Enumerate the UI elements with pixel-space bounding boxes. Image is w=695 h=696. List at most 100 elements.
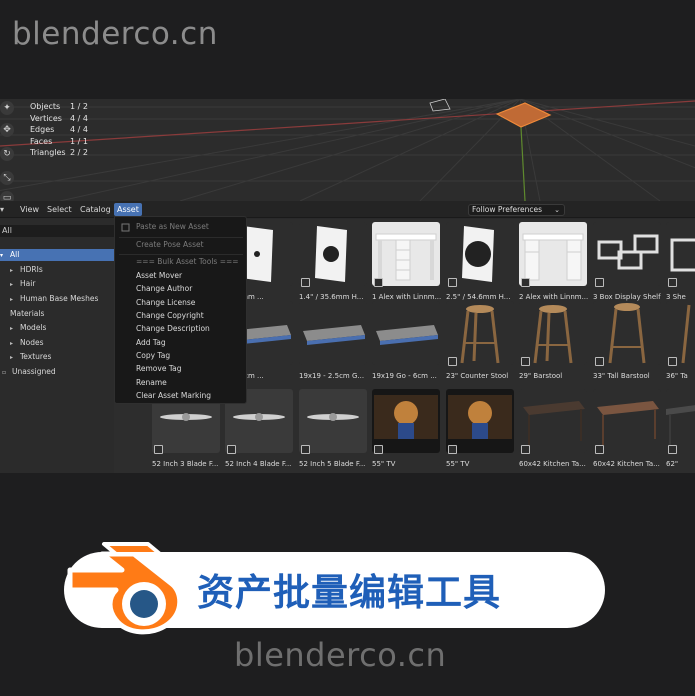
object-type-icon: [154, 445, 163, 454]
asset-thumbnail: [666, 222, 695, 286]
object-type-icon: [595, 278, 604, 287]
asset-library-label: Follow Preferences: [472, 205, 543, 214]
menu-item-create-pose-asset[interactable]: Create Pose Asset: [136, 238, 204, 251]
watermark-top: blenderco.cn: [12, 16, 218, 52]
viewport-grid: [0, 99, 695, 201]
catalog-item-materials[interactable]: Materials: [10, 308, 44, 320]
asset-name: 1.4" / 35.6mm H...: [299, 293, 364, 301]
asset-name: 2.5" / 54.6mm H...: [446, 293, 511, 301]
catalog-item-all[interactable]: ▾ All: [0, 249, 114, 261]
asset-menu-dropdown: Paste as New Asset Create Pose Asset ===…: [114, 216, 247, 404]
3d-viewport[interactable]: ✦ ✥ ↻ ⤡ ▭ Objects 1 / 2 Vertices 4 / 4 Edg…: [0, 99, 695, 201]
asset-thumbnail: [372, 301, 440, 365]
stat-row: Triangles 2 / 2: [30, 148, 88, 157]
object-type-icon: [521, 357, 530, 366]
transform-tool-icon[interactable]: ▭: [0, 191, 14, 201]
object-type-icon: [301, 278, 310, 287]
menu-item-remove-tag[interactable]: Remove Tag: [136, 362, 182, 375]
menu-asset[interactable]: Asset: [114, 203, 142, 216]
asset-name: 19x19 - 2.5cm G...: [299, 372, 365, 380]
asset-library-dropdown[interactable]: Follow Preferences ⌄: [468, 204, 565, 216]
asset-name: 60x42 Kitchen Ta...: [519, 460, 586, 468]
menu-view[interactable]: View: [17, 203, 42, 216]
asset-name: 2 Alex with Linnm...: [519, 293, 589, 301]
catalog-item-hdris[interactable]: ▸ HDRIs: [10, 264, 43, 276]
asset-name: 29" Barstool: [519, 372, 563, 380]
asset-thumbnail: [299, 301, 367, 365]
asset-thumbnail: [299, 389, 367, 453]
menu-select[interactable]: Select: [44, 203, 75, 216]
asset-thumbnail: [519, 301, 587, 365]
menu-item-change-license[interactable]: Change License: [136, 296, 195, 309]
expand-arrow-icon: ▸: [10, 340, 14, 347]
asset-name: 52 Inch 3 Blade F...: [152, 460, 219, 468]
menu-item-change-description[interactable]: Change Description: [136, 322, 210, 335]
asset-name: 55" TV: [372, 460, 396, 468]
object-type-icon: [668, 445, 677, 454]
asset-thumbnail: [372, 222, 440, 286]
object-type-icon: [521, 445, 530, 454]
menu-item-asset-mover[interactable]: Asset Mover: [136, 269, 182, 282]
asset-name: 55" TV: [446, 460, 470, 468]
asset-thumbnail: [446, 389, 514, 453]
object-type-icon: [668, 357, 677, 366]
menu-item-change-copyright[interactable]: Change Copyright: [136, 309, 204, 322]
object-type-icon: [668, 278, 677, 287]
watermark-bottom: blenderco.cn: [234, 636, 447, 674]
blender-logo-icon: [67, 542, 183, 635]
asset-thumbnail: [519, 222, 587, 286]
move-tool-icon[interactable]: ✥: [0, 123, 14, 137]
catalog-item-nodes[interactable]: ▸ Nodes: [10, 337, 43, 349]
stat-row: Vertices 4 / 4: [30, 113, 88, 123]
asset-name: 3 She: [666, 293, 686, 301]
menu-item-add-tag[interactable]: Add Tag: [136, 336, 166, 349]
menu-item-copy-tag[interactable]: Copy Tag: [136, 349, 170, 362]
cursor-tool-icon[interactable]: ✦: [0, 101, 14, 115]
expand-arrow-icon: ▸: [10, 325, 14, 332]
asset-browser: ▾ View Select Catalog Asset Follow Prefe…: [0, 201, 695, 473]
x-axis-line: [0, 100, 695, 147]
editor-type-icon[interactable]: ▾: [0, 204, 12, 215]
catalog-item-unassigned[interactable]: ▫ Unassigned: [2, 366, 56, 378]
object-type-icon: [374, 445, 383, 454]
menu-item-clear-asset-marking[interactable]: Clear Asset Marking: [136, 389, 211, 402]
asset-name: 60x42 Kitchen Ta...: [593, 460, 660, 468]
asset-thumbnail: [593, 301, 661, 365]
asset-name: 3 Box Display Shelf: [593, 293, 661, 301]
asset-thumbnail: [666, 301, 695, 365]
catalog-filter-input[interactable]: All: [0, 225, 114, 237]
catalog-item-hair[interactable]: ▸ Hair: [10, 278, 35, 290]
catalog-item-textures[interactable]: ▸ Textures: [10, 351, 51, 363]
expand-arrow-icon: ▾: [0, 252, 4, 259]
expand-arrow-icon: ▸: [10, 354, 14, 361]
expand-arrow-icon: ▸: [10, 281, 14, 288]
asset-name: 23" Counter Stool: [446, 372, 509, 380]
object-type-icon: [227, 445, 236, 454]
asset-thumbnail: [519, 389, 587, 453]
catalog-box-icon: ▫: [2, 369, 7, 376]
object-type-icon: [448, 278, 457, 287]
rotate-tool-icon[interactable]: ↻: [0, 147, 14, 161]
asset-name: 1 Alex with Linnm...: [372, 293, 442, 301]
object-type-icon: [448, 357, 457, 366]
object-type-icon: [521, 278, 530, 287]
catalog-sidebar: All ▾ All ▸ HDRIs ▸ Hair ▸ Human Base Meshes…: [0, 219, 114, 473]
catalog-item-models[interactable]: ▸ Models: [10, 322, 46, 334]
menu-item-rename[interactable]: Rename: [136, 376, 167, 389]
paste-icon: [121, 223, 130, 232]
object-type-icon: [448, 445, 457, 454]
scale-tool-icon[interactable]: ⤡: [0, 171, 14, 185]
expand-arrow-icon: ▸: [10, 296, 14, 303]
menu-item-paste-as-new-asset[interactable]: Paste as New Asset: [136, 220, 209, 233]
camera-object: [429, 99, 451, 112]
asset-name: 19x19 Go - 6cm ...: [372, 372, 437, 380]
asset-name: 52 Inch 4 Blade F...: [225, 460, 292, 468]
asset-thumbnail: [372, 389, 440, 453]
menu-catalog[interactable]: Catalog: [77, 203, 114, 216]
scene-statistics: Objects 1 / 2 Vertices 4 / 4 Edges 4 / 4 Fa…: [30, 101, 100, 159]
asset-name: 36" Ta: [666, 372, 688, 380]
menu-item-change-author[interactable]: Change Author: [136, 282, 192, 295]
banner-title: 资产批量编辑工具: [197, 571, 501, 614]
catalog-item-human-base-meshes[interactable]: ▸ Human Base Meshes: [10, 293, 98, 305]
chevron-down-icon: ⌄: [554, 206, 560, 214]
